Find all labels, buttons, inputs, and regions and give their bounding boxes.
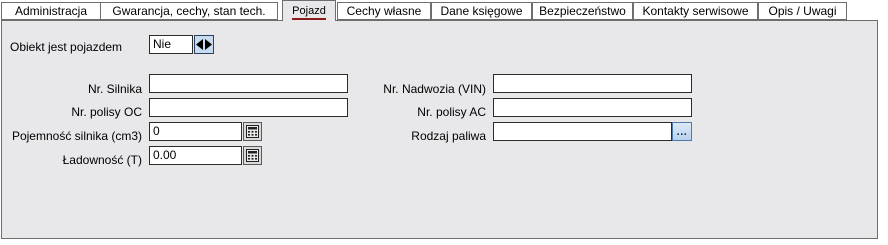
tab-cechy-wlasne[interactable]: Cechy własne [337,2,431,20]
tab-kontakty-serwisowe[interactable]: Kontakty serwisowe [633,2,758,20]
engine-no-field[interactable] [149,74,348,93]
tab-pojazd[interactable]: Pojazd [282,0,336,21]
tab-label: Gwarancja, cechy, stan tech. [112,4,266,18]
arrows-glyph [196,39,212,50]
tab-label: Dane księgowe [440,4,523,18]
ellipsis-button[interactable]: ... [672,122,692,141]
tab-gwarancja[interactable]: Gwarancja, cechy, stan tech. [100,2,278,20]
calculator-icon[interactable] [243,146,262,165]
calculator-glyph [246,125,259,138]
tab-opis-uwagi[interactable]: Opis / Uwagi [758,2,847,20]
oc-policy-field[interactable] [149,98,348,117]
tab-label: Opis / Uwagi [768,4,837,18]
tab-label: Cechy własne [346,4,422,18]
is-vehicle-field[interactable]: Nie [149,35,193,54]
tab-bezpieczenstwo[interactable]: Bezpieczeństwo [532,2,633,20]
oc-policy-label: Nr. polisy OC [71,105,142,119]
engine-capacity-field[interactable]: 0 [149,122,242,141]
fuel-type-field[interactable] [493,122,672,141]
calculator-icon[interactable] [243,122,262,141]
tab-label: Pojazd [292,5,326,20]
tab-dane-ksiegowe[interactable]: Dane księgowe [431,2,532,20]
fuel-type-label: Rodzaj paliwa [411,129,486,143]
tab-administracja[interactable]: Administracja [1,2,101,20]
tab-strip: Administracja Gwarancja, cechy, stan tec… [0,0,888,22]
load-capacity-label: Ładowność (T) [62,153,142,167]
left-right-arrows-icon[interactable] [194,35,214,54]
is-vehicle-label: Obiekt jest pojazdem [10,40,123,54]
ac-policy-label: Nr. polisy AC [417,105,486,119]
tab-label: Administracja [14,4,88,18]
engine-no-label: Nr. Silnika [87,82,142,96]
load-capacity-field[interactable]: 0.00 [149,146,242,165]
ac-policy-field[interactable] [493,98,692,117]
tab-label: Kontakty serwisowe [642,4,749,18]
engine-capacity-label: Pojemność silnika (cm3) [11,129,142,143]
vehicle-tab-window: Administracja Gwarancja, cechy, stan tec… [0,0,888,245]
calculator-glyph [246,149,259,162]
vin-label: Nr. Nadwozia (VIN) [383,82,486,96]
vin-field[interactable] [493,74,692,93]
pojazd-panel: Obiekt jest pojazdem Nie Nr. Silnika Nr.… [1,20,878,239]
tab-label: Bezpieczeństwo [539,4,626,18]
